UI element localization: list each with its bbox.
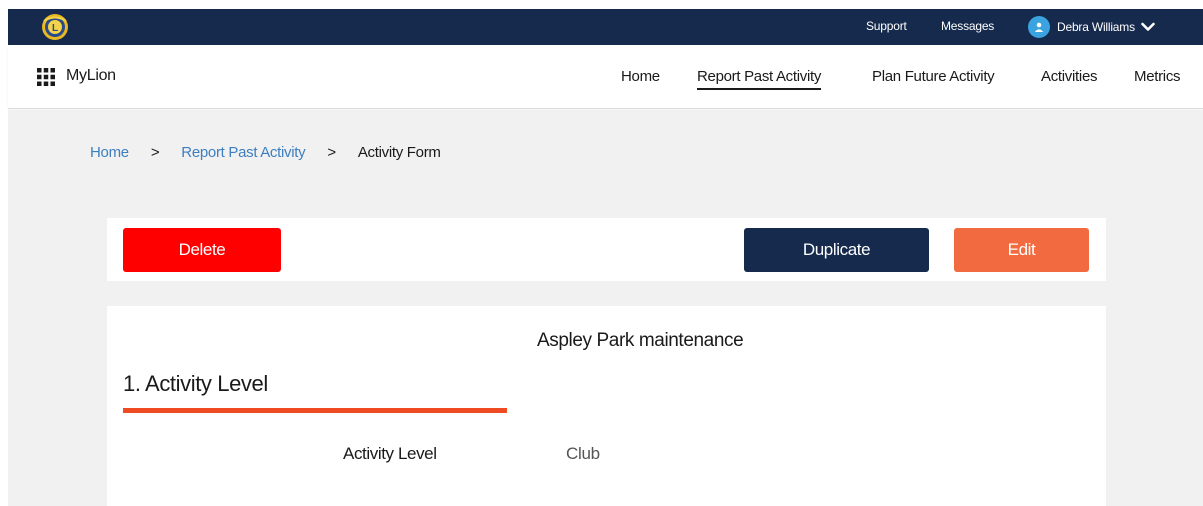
top-bar: L Support Messages Debra Williams bbox=[8, 9, 1203, 45]
chevron-down-icon bbox=[1141, 22, 1155, 31]
main-nav: MyLion Home Report Past Activity Plan Fu… bbox=[8, 45, 1203, 109]
section-underline bbox=[123, 408, 507, 413]
field-label-activity-level: Activity Level bbox=[343, 444, 437, 463]
page: L Support Messages Debra Williams MyLion… bbox=[0, 0, 1203, 506]
svg-text:L: L bbox=[52, 23, 58, 34]
breadcrumb: Home > Report Past Activity > Activity F… bbox=[90, 144, 441, 161]
user-menu[interactable]: Debra Williams bbox=[1028, 13, 1155, 41]
apps-grid-icon[interactable] bbox=[37, 68, 55, 86]
user-avatar-icon bbox=[1028, 16, 1050, 38]
edit-button[interactable]: Edit bbox=[954, 228, 1089, 272]
breadcrumb-report-past-activity[interactable]: Report Past Activity bbox=[181, 144, 305, 161]
nav-item-home[interactable]: Home bbox=[621, 68, 660, 85]
breadcrumb-home[interactable]: Home bbox=[90, 144, 129, 161]
breadcrumb-separator: > bbox=[150, 144, 160, 161]
breadcrumb-separator: > bbox=[327, 144, 336, 161]
breadcrumb-current: Activity Form bbox=[357, 144, 441, 161]
activity-title: Aspley Park maintenance bbox=[537, 330, 744, 351]
support-link[interactable]: Support bbox=[866, 19, 907, 33]
nav-item-activities[interactable]: Activities bbox=[1041, 68, 1097, 85]
nav-item-plan-future-activity[interactable]: Plan Future Activity bbox=[872, 68, 995, 85]
nav-item-metrics[interactable]: Metrics bbox=[1134, 68, 1181, 85]
section-heading: 1. Activity Level bbox=[123, 371, 268, 396]
user-name: Debra Williams bbox=[1057, 20, 1135, 34]
nav-item-report-past-activity[interactable]: Report Past Activity bbox=[697, 68, 821, 90]
duplicate-button[interactable]: Duplicate bbox=[744, 228, 929, 272]
delete-button[interactable]: Delete bbox=[123, 228, 281, 272]
field-value-activity-level: Club bbox=[566, 444, 600, 463]
lions-club-logo-icon[interactable]: L bbox=[40, 12, 70, 42]
content-area: Home > Report Past Activity > Activity F… bbox=[8, 110, 1203, 506]
action-bar: Delete Duplicate Edit bbox=[107, 218, 1106, 281]
messages-link[interactable]: Messages bbox=[941, 19, 994, 33]
brand-name[interactable]: MyLion bbox=[66, 67, 116, 85]
activity-form: Aspley Park maintenance 1. Activity Leve… bbox=[107, 306, 1106, 506]
